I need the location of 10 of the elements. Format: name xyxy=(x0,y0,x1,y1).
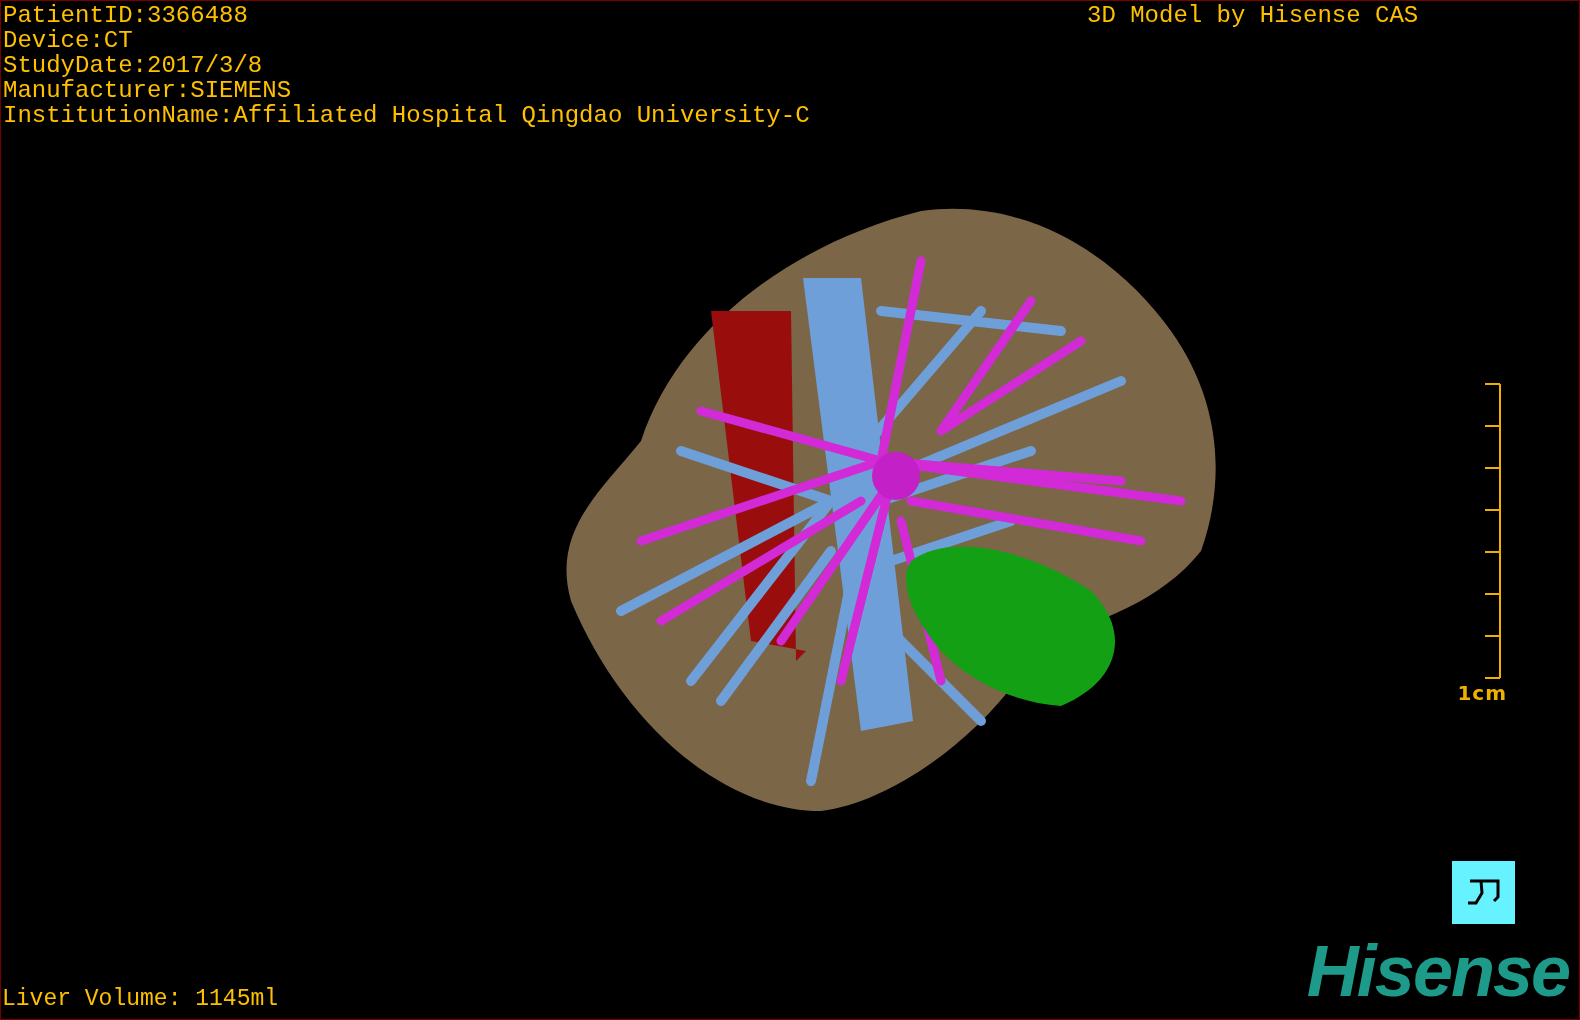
orientation-button[interactable] xyxy=(1452,861,1515,924)
scale-label: 1cm xyxy=(1457,681,1507,705)
patient-info-line: Device:CT xyxy=(3,28,134,53)
patient-info-line: StudyDate:2017/3/8 xyxy=(3,53,264,78)
patient-info-line: Manufacturer:SIEMENS xyxy=(3,78,293,103)
hisense-logo: Hisense xyxy=(1306,935,1570,1007)
liver-volume: Liver Volume: 1145ml xyxy=(2,987,279,1011)
model-credit: 3D Model by Hisense CAS xyxy=(1087,3,1419,28)
patient-info-line: PatientID:3366488 xyxy=(3,3,249,28)
patient-info-line: InstitutionName:Affiliated Hospital Qingdao University-C xyxy=(3,103,810,128)
